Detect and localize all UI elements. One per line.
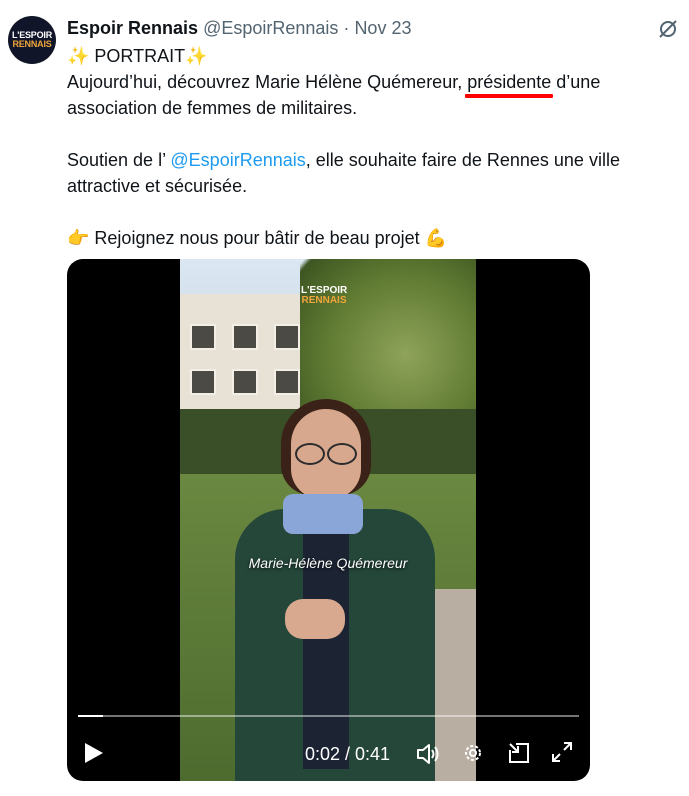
tweet-line: Soutien de l’ @EspoirRennais, elle souha… <box>67 147 677 173</box>
tweet-line: association de femmes de militaires. <box>67 98 358 118</box>
video-controls: 0:02 / 0:41 <box>67 733 590 775</box>
picture-in-picture-icon[interactable] <box>507 741 531 765</box>
video-frame[interactable]: L'ESPOIR RENNAIS Marie-Hélène Quémereur <box>180 259 476 781</box>
volume-icon[interactable] <box>415 741 441 767</box>
settings-icon[interactable] <box>461 741 485 765</box>
author-name[interactable]: Espoir Rennais <box>67 18 198 38</box>
tweet-line: 👉 Rejoignez nous pour bâtir de beau proj… <box>67 225 677 251</box>
grok-icon[interactable] <box>656 17 680 41</box>
video-time: 0:02 / 0:41 <box>305 744 391 764</box>
tweet-date[interactable]: Nov 23 <box>354 18 411 38</box>
highlighted-word-text: présidente <box>467 72 552 92</box>
video-progress-bar[interactable] <box>78 715 579 717</box>
tweet-text-segment: Soutien de l’ <box>67 150 171 170</box>
red-underline <box>465 94 554 98</box>
mention-link[interactable]: @EspoirRennais <box>170 150 305 170</box>
video-caption: Marie-Hélène Quémereur <box>248 555 408 571</box>
tweet-text-segment: d’une <box>551 72 601 92</box>
tweet-text-segment: Aujourd’hui, découvrez Marie Hélène Quém… <box>67 72 468 92</box>
woman-portrait <box>235 399 435 781</box>
glasses <box>295 443 357 465</box>
pointing-hand-emoji: 👉 <box>67 228 90 248</box>
video-progress-fill <box>78 715 104 717</box>
tweet-line: Aujourd’hui, découvrez Marie Hélène Quém… <box>67 69 677 98</box>
tweet-text-segment: , elle souhaite faire de Rennes une vill… <box>305 150 620 170</box>
tweet-header: Espoir Rennais @EspoirRennais · Nov 23 <box>67 16 411 40</box>
scarf <box>283 494 363 534</box>
tweet-text: ✨ PORTRAIT✨ Aujourd’hui, découvrez Marie… <box>67 43 677 251</box>
separator-dot: · <box>343 18 350 38</box>
fullscreen-icon[interactable] <box>551 741 573 763</box>
video-watermark-logo: L'ESPOIR RENNAIS <box>301 286 347 306</box>
highlighted-word: présidente <box>465 72 554 98</box>
video-logo-line2: RENNAIS <box>301 295 347 306</box>
tweet-line: ✨ PORTRAIT✨ <box>67 46 208 66</box>
avatar-logo-line2: RENNAIS <box>12 39 52 49</box>
avatar[interactable]: L'ESPOIR RENNAIS <box>8 16 56 64</box>
play-icon[interactable] <box>85 743 103 763</box>
author-handle[interactable]: @EspoirRennais <box>203 18 338 38</box>
video-player[interactable]: L'ESPOIR RENNAIS Marie-Hélène Quémereur … <box>67 259 590 781</box>
clasped-hands <box>285 599 345 639</box>
tweet-line: attractive et sécurisée. <box>67 176 248 196</box>
flexed-biceps-emoji: 💪 <box>424 228 448 248</box>
tweet-text-segment: Rejoignez nous pour bâtir de beau projet <box>89 228 425 248</box>
